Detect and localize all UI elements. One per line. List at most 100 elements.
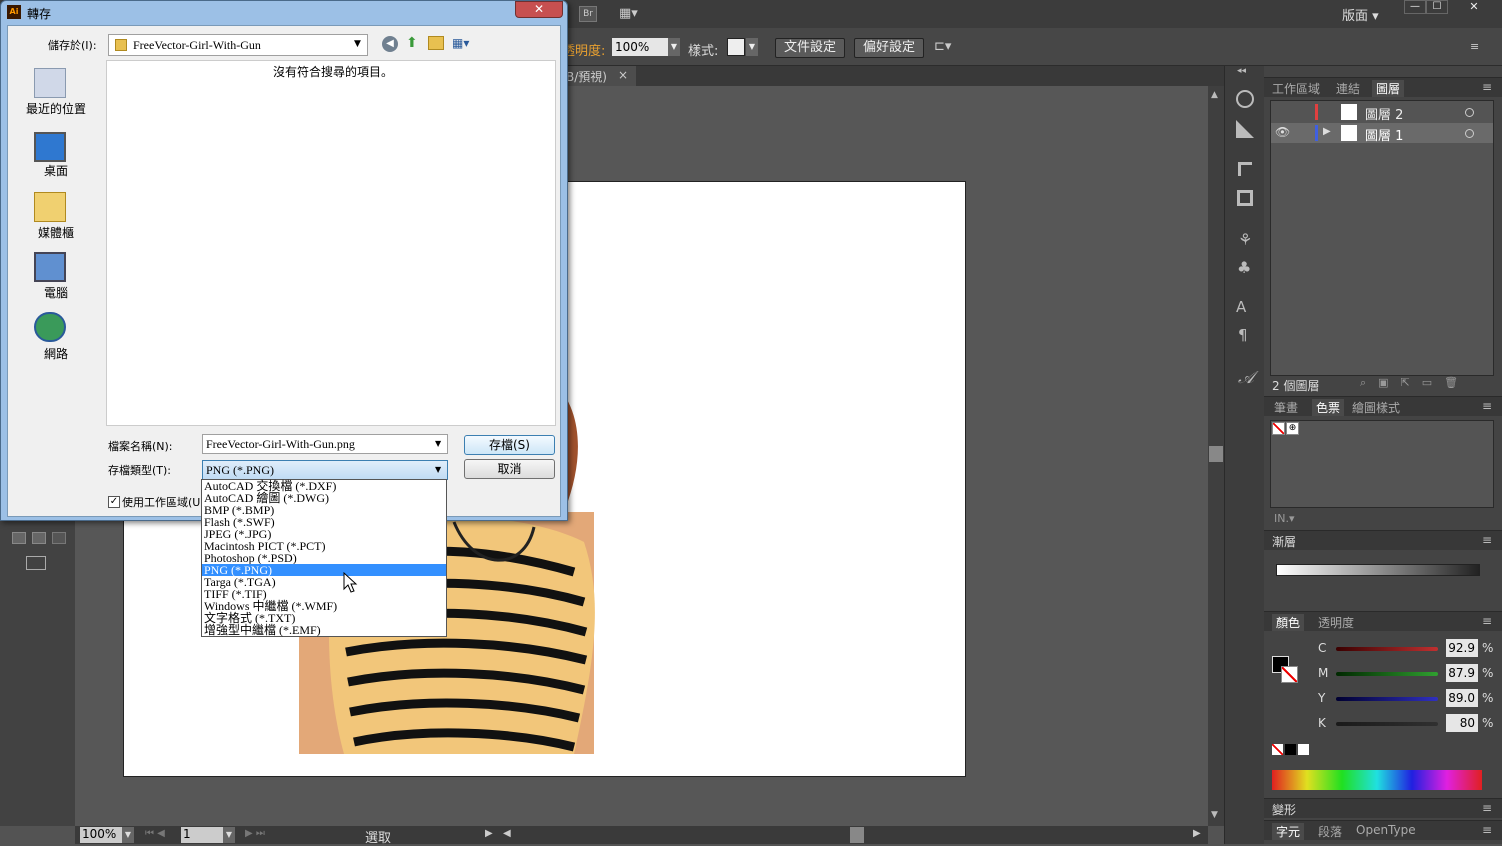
hscroll-thumb[interactable] [850, 827, 864, 843]
layers-footer-icons[interactable]: ⌕▣⇱▭🗑 [1360, 376, 1470, 390]
channel-input-m[interactable]: 87.9 [1446, 664, 1478, 682]
place-libraries[interactable]: 媒體櫃 [16, 224, 96, 241]
document-tab[interactable]: B/預視) × [560, 66, 636, 86]
tab-color[interactable]: 顏色 [1272, 614, 1305, 631]
draw-normal-icon[interactable] [12, 532, 26, 544]
glyphs-icon[interactable]: 𝒜 [1238, 368, 1254, 388]
vertical-scrollbar[interactable]: ▲ ▼ [1208, 86, 1224, 826]
draw-inside-icon[interactable] [52, 532, 66, 544]
scroll-down-icon[interactable]: ▼ [1211, 810, 1218, 820]
style-swatch[interactable] [727, 38, 745, 56]
workspace-switcher[interactable]: 版面 ▾ [1342, 5, 1379, 24]
tab-layers[interactable]: 圖層 [1372, 80, 1405, 97]
place-desktop[interactable]: 桌面 [16, 162, 96, 179]
maximize-button[interactable]: ☐ [1426, 0, 1448, 14]
tab-paragraph[interactable]: 段落 [1318, 823, 1342, 840]
channel-slider-m[interactable] [1336, 672, 1438, 676]
expand-arrow-icon[interactable]: ▶ [1323, 126, 1331, 137]
view-menu-icon[interactable]: ▦▾ [452, 36, 469, 50]
draw-behind-icon[interactable] [32, 532, 46, 544]
status-menu-icon[interactable]: ▶ [485, 828, 493, 839]
swatches-footer-icons[interactable]: IN.▾ [1274, 512, 1295, 525]
tab-opentype[interactable]: OpenType [1356, 823, 1416, 837]
opacity-dropdown-icon[interactable]: ▼ [668, 38, 680, 56]
save-button[interactable]: 存檔(S) [464, 435, 555, 455]
registration-swatch[interactable]: ⊕ [1286, 422, 1299, 435]
layer-target-icon[interactable] [1465, 129, 1474, 138]
swatches-menu-icon[interactable]: ≡ [1482, 399, 1492, 413]
paragraph-styles-icon[interactable]: ¶ [1238, 326, 1248, 344]
back-icon[interactable]: ◀ [382, 36, 398, 52]
cancel-button[interactable]: 取消 [464, 459, 555, 479]
libraries-icon[interactable] [34, 192, 66, 222]
first-page-icon[interactable]: ⏮ ◀ [145, 828, 165, 839]
tab-stroke[interactable]: 筆畫 [1274, 399, 1298, 416]
page-dropdown-icon[interactable]: ▼ [223, 827, 235, 843]
file-list[interactable]: 沒有符合搜尋的項目。 [106, 60, 556, 426]
screen-mode-icon[interactable] [26, 556, 46, 570]
tab-character[interactable]: 字元 [1272, 823, 1305, 840]
eye-icon[interactable]: 👁 [1275, 125, 1290, 139]
use-artboard-checkbox[interactable]: ✓ [108, 496, 120, 508]
collapse-dock-icon[interactable]: ◂◂ [1237, 66, 1246, 76]
last-page-icon[interactable]: ▶ ⏭ [245, 828, 265, 839]
up-folder-icon[interactable]: ⬆ [406, 35, 418, 51]
layer-name[interactable]: 圖層 2 [1365, 104, 1403, 123]
layers-menu-icon[interactable]: ≡ [1482, 80, 1492, 94]
channel-slider-k[interactable] [1336, 722, 1438, 726]
dialog-close-button[interactable]: ✕ [515, 1, 563, 18]
recent-places-icon[interactable] [34, 68, 66, 98]
close-app-button[interactable]: ✕ [1454, 0, 1494, 14]
place-recent[interactable]: 最近的位置 [16, 100, 96, 117]
stroke-swatch[interactable] [1281, 666, 1298, 683]
place-computer[interactable]: 電腦 [16, 284, 96, 301]
desktop-icon[interactable] [34, 132, 66, 162]
quick-none-swatch[interactable] [1272, 744, 1283, 755]
layer-row[interactable]: 👁 ▶ 圖層 1 [1271, 123, 1493, 144]
preferences-button[interactable]: 偏好設定 [854, 38, 924, 58]
document-setup-button[interactable]: 文件設定 [775, 38, 845, 58]
panel-menu-icon[interactable]: ≡ [1470, 40, 1479, 53]
character-menu-icon[interactable]: ≡ [1482, 823, 1492, 837]
arrange-icon[interactable]: ⊏▾ [934, 39, 951, 54]
channel-slider-y[interactable] [1336, 697, 1438, 701]
computer-icon[interactable] [34, 252, 66, 282]
place-network[interactable]: 網路 [16, 345, 96, 362]
tab-artboards[interactable]: 工作區域 [1272, 80, 1320, 97]
network-icon[interactable] [34, 312, 66, 342]
channel-input-y[interactable]: 89.0 [1446, 689, 1478, 707]
pathfinder-icon[interactable] [1237, 190, 1253, 206]
transform-menu-icon[interactable]: ≡ [1482, 801, 1492, 815]
quick-black-swatch[interactable] [1285, 744, 1296, 755]
gradient-menu-icon[interactable]: ≡ [1482, 533, 1492, 547]
none-swatch[interactable] [1272, 422, 1285, 435]
tab-graphic-styles[interactable]: 繪圖樣式 [1352, 399, 1400, 416]
page-input[interactable]: 1 [181, 827, 223, 843]
hscroll-left-icon[interactable]: ◀ [503, 828, 511, 839]
zoom-input[interactable]: 100% [80, 827, 122, 843]
brushes-icon[interactable]: ♣ [1237, 258, 1251, 277]
scroll-thumb[interactable] [1209, 446, 1223, 462]
appearance-icon[interactable] [1236, 120, 1254, 138]
layer-row[interactable]: 圖層 2 [1271, 102, 1493, 123]
color-spectrum[interactable] [1272, 770, 1482, 790]
zoom-dropdown-icon[interactable]: ▼ [122, 827, 134, 843]
style-dropdown-icon[interactable]: ▼ [746, 38, 758, 56]
new-folder-icon[interactable] [428, 36, 444, 50]
filetype-select[interactable]: PNG (*.PNG) ▼ [202, 460, 448, 480]
bridge-button[interactable]: Br [579, 6, 597, 22]
align-icon[interactable] [1238, 162, 1252, 176]
gradient-bar[interactable] [1276, 564, 1480, 576]
tab-transparency[interactable]: 透明度 [1318, 614, 1354, 631]
channel-input-c[interactable]: 92.9 [1446, 639, 1478, 657]
filetype-option[interactable]: 增強型中繼檔 (*.EMF) [202, 624, 446, 636]
tab-swatches[interactable]: 色票 [1312, 399, 1345, 416]
minimize-button[interactable]: — [1404, 0, 1426, 14]
arrange-documents-icon[interactable]: ▦▾ [619, 6, 645, 22]
quick-white-swatch[interactable] [1298, 744, 1309, 755]
color-menu-icon[interactable]: ≡ [1482, 614, 1492, 628]
filename-input[interactable]: FreeVector-Girl-With-Gun.png ▼ [202, 434, 448, 454]
opacity-input[interactable]: 100% [612, 38, 668, 56]
close-tab-icon[interactable]: × [618, 68, 628, 82]
symbols-icon[interactable]: ⚘ [1238, 230, 1252, 249]
